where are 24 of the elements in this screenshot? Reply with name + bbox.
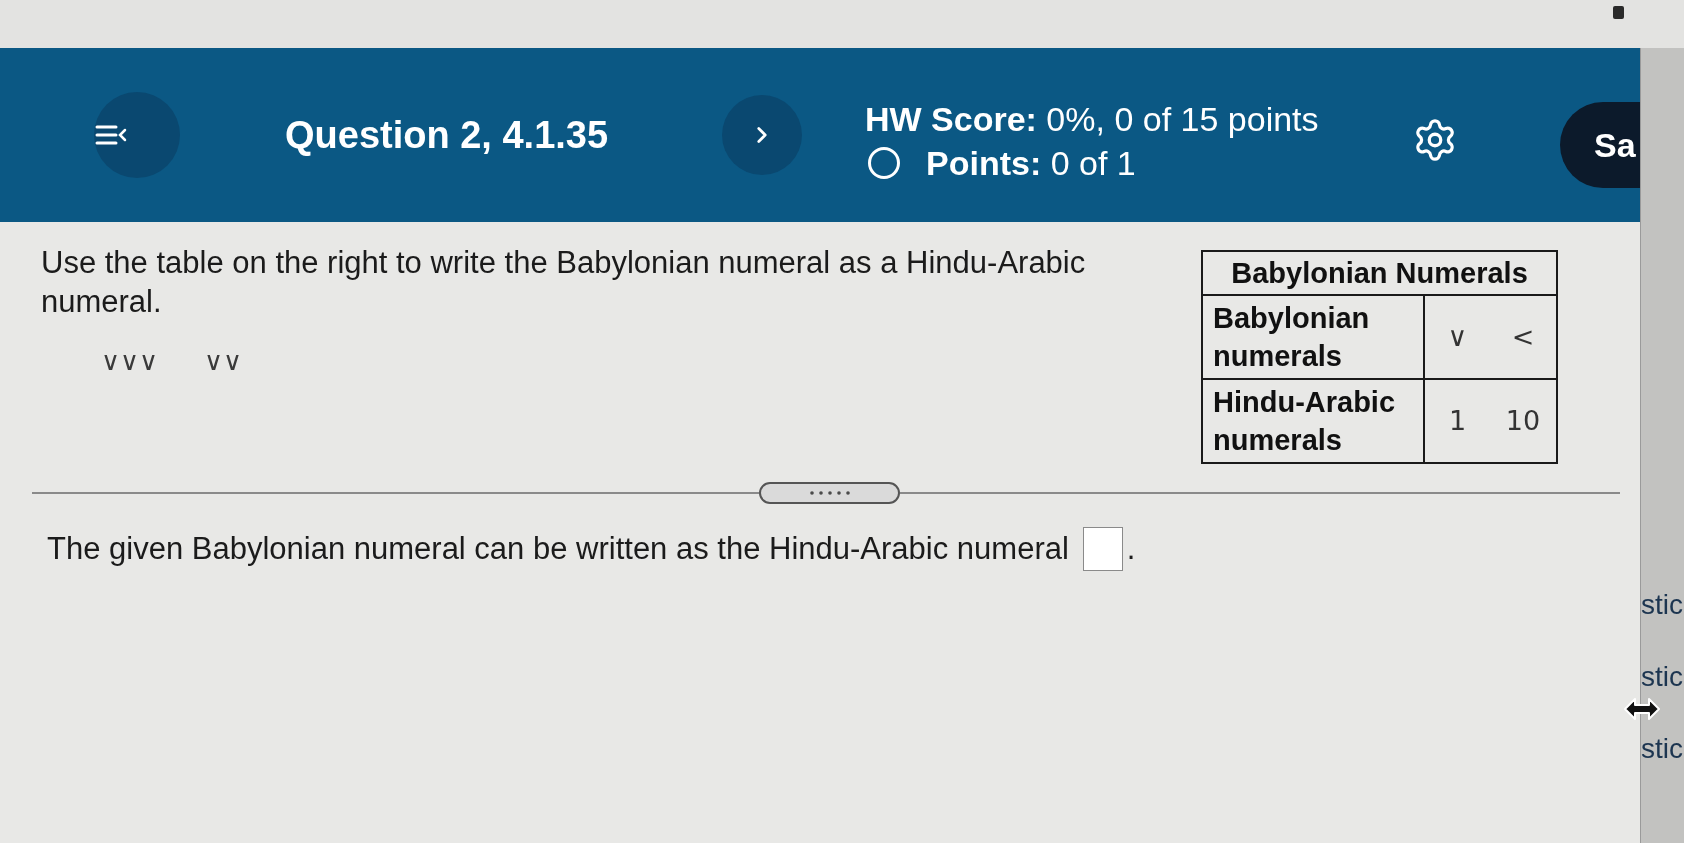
side-panel-text: stic <box>1641 732 1683 766</box>
table-cell: 10 <box>1490 379 1557 463</box>
row-label-cell: Hindu-Arabic numerals <box>1202 379 1424 463</box>
table-title: Babylonian Numerals <box>1202 251 1557 295</box>
side-panel-text: stic <box>1641 660 1683 694</box>
menu-icon <box>95 124 127 146</box>
points-text: Points: 0 of 1 <box>926 143 1136 184</box>
drag-handle[interactable] <box>759 482 900 504</box>
answer-box[interactable] <box>1082 527 1123 571</box>
ring-icon <box>868 147 900 179</box>
instruction-text: Use the table on the right to write the Babylonian numeral as a Hindu-Arabic numeral. <box>41 244 1087 321</box>
babylonian-numeral: ∨∨∨ <box>101 347 159 375</box>
hw-score-text: HW Score: 0%, 0 of 15 points <box>865 99 1319 140</box>
answer-sentence: The given Babylonian numeral can be written as the Hindu-Arabic numeral <box>47 530 1069 568</box>
period-text: . <box>1126 530 1136 568</box>
dots-icon <box>809 491 850 495</box>
table-cell: < <box>1490 295 1557 379</box>
row-label-cell: Babylonian numerals <box>1202 295 1424 379</box>
question-title: Question 2, 4.1.35 <box>285 113 609 158</box>
save-button[interactable]: Sa <box>1560 102 1640 188</box>
babylonian-numeral: ∨∨ <box>204 347 243 375</box>
side-panel-text: stic <box>1641 588 1683 622</box>
resize-cursor-icon <box>1624 697 1660 721</box>
square-icon <box>1613 6 1624 19</box>
